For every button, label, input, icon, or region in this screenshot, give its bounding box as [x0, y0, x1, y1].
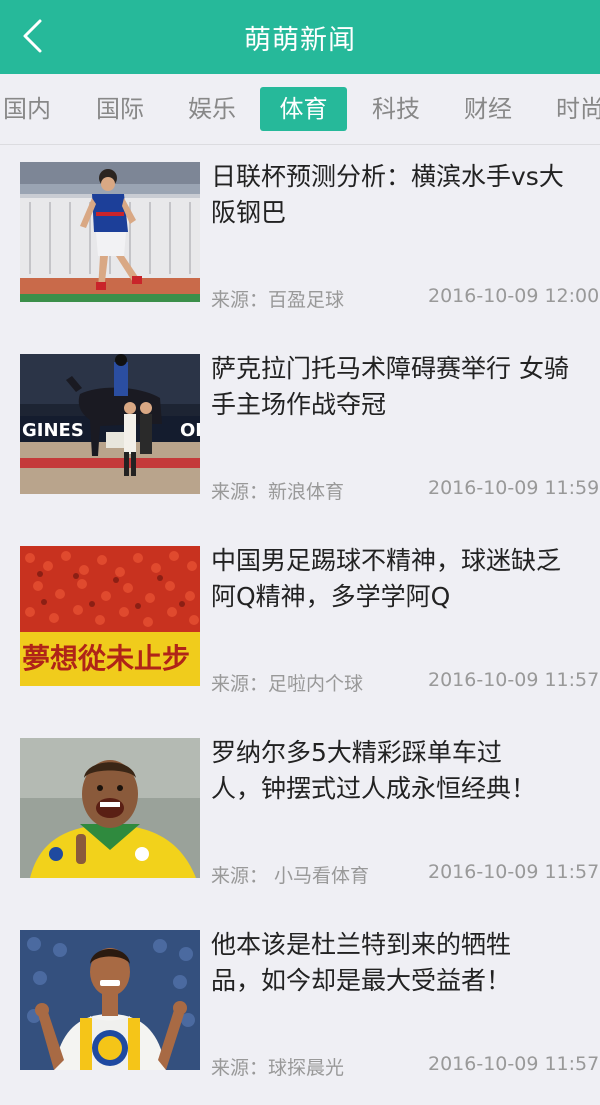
news-thumbnail	[20, 162, 200, 302]
news-headline[interactable]: 他本该是杜兰特到来的牺牲 品，如今却是最大受益者！	[211, 927, 600, 999]
tab-fashion[interactable]: 时尚	[544, 87, 600, 131]
news-item[interactable]: GINES ON 萨克拉门托马术障碍赛举行 女骑 手主场作战夺冠 来源：新	[0, 337, 600, 529]
news-headline[interactable]: 中国男足踢球不精神，球迷缺乏 阿Q精神，多学学阿Q	[211, 543, 600, 615]
app-header: 萌萌新闻	[0, 0, 600, 74]
back-button[interactable]	[12, 16, 52, 56]
news-item[interactable]: 他本该是杜兰特到来的牺牲 品，如今却是最大受益者！ 来源：球探晨光 2016-1…	[0, 913, 600, 1105]
news-thumbnail	[20, 738, 200, 878]
svg-text:GINES: GINES	[22, 420, 84, 441]
news-source: 来源：足啦内个球	[211, 673, 364, 695]
category-tab-bar: 国内 国际 娱乐 体育 科技 财经 时尚	[0, 74, 600, 145]
tab-finance[interactable]: 财经	[452, 87, 524, 131]
chevron-left-icon	[23, 19, 42, 53]
news-time: 2016-10-09 11:57	[428, 1053, 600, 1075]
page-title: 萌萌新闻	[244, 24, 356, 56]
news-time: 2016-10-09 11:57	[428, 669, 600, 691]
svg-text:夢想從未止步: 夢想從未止步	[22, 642, 190, 675]
news-item[interactable]: 夢想從未止步 中国男足踢球不精神，球迷缺乏 阿Q精神，多学学阿Q 来源：足啦内个…	[0, 529, 600, 721]
news-thumbnail	[20, 930, 200, 1070]
tab-domestic[interactable]: 国内	[0, 87, 62, 131]
news-headline[interactable]: 罗纳尔多5大精彩踩单车过 人，钟摆式过人成永恒经典！	[211, 735, 600, 807]
news-source: 来源：新浪体育	[211, 481, 345, 503]
news-headline[interactable]: 萨克拉门托马术障碍赛举行 女骑 手主场作战夺冠	[211, 351, 600, 423]
svg-text:ON: ON	[180, 420, 200, 441]
news-source: 来源： 小马看体育	[211, 865, 370, 887]
news-time: 2016-10-09 12:00	[428, 285, 600, 307]
tab-international[interactable]: 国际	[84, 87, 156, 131]
news-headline[interactable]: 日联杯预测分析：横滨水手vs大 阪钢巴	[211, 159, 600, 231]
news-item[interactable]: 日联杯预测分析：横滨水手vs大 阪钢巴 来源：百盈足球 2016-10-09 1…	[0, 145, 600, 337]
news-thumbnail: GINES ON	[20, 354, 200, 494]
news-time: 2016-10-09 11:59	[428, 477, 600, 499]
news-item[interactable]: 罗纳尔多5大精彩踩单车过 人，钟摆式过人成永恒经典！ 来源： 小马看体育 201…	[0, 721, 600, 913]
tab-sports[interactable]: 体育	[260, 87, 347, 131]
news-time: 2016-10-09 11:57	[428, 861, 600, 883]
tab-tech[interactable]: 科技	[360, 87, 432, 131]
tab-entertainment[interactable]: 娱乐	[176, 87, 248, 131]
news-source: 来源：百盈足球	[211, 289, 345, 311]
news-thumbnail: 夢想從未止步	[20, 546, 200, 686]
